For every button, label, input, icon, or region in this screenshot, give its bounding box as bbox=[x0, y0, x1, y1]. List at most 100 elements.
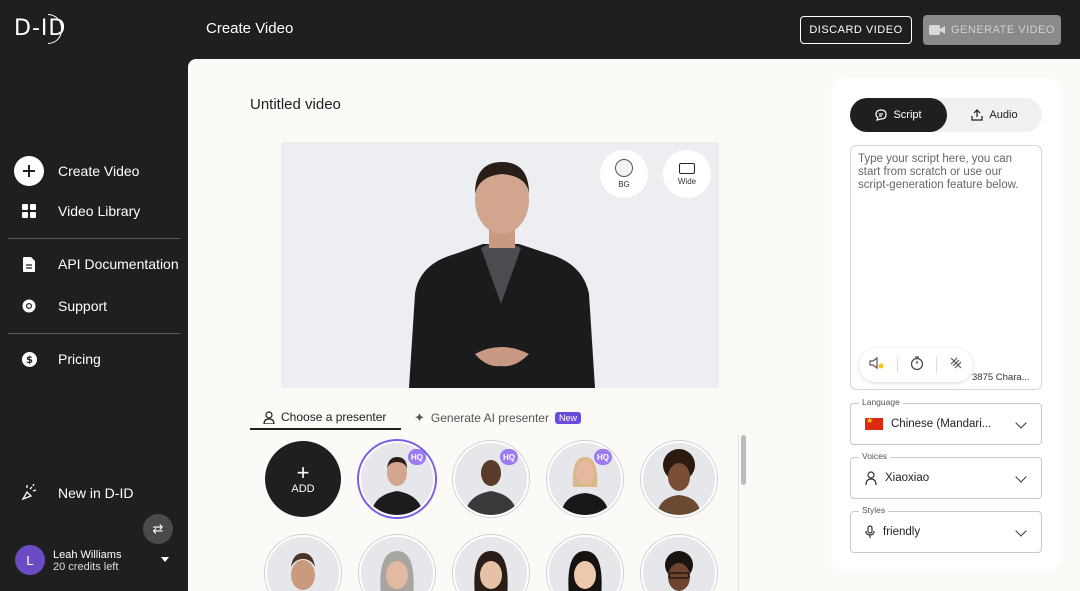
presenter-card[interactable] bbox=[641, 535, 717, 591]
presenter-card[interactable] bbox=[641, 441, 717, 517]
upload-icon bbox=[971, 109, 984, 121]
voice-person-icon bbox=[865, 471, 877, 485]
page-title: Create Video bbox=[206, 20, 294, 37]
presenter-thumbnail bbox=[643, 537, 715, 591]
voices-select[interactable]: Voices Xiaoxiao bbox=[850, 451, 1042, 499]
background-button-label: BG bbox=[618, 180, 630, 189]
voices-value: Xiaoxiao bbox=[885, 472, 930, 484]
lifebuoy-icon bbox=[14, 299, 44, 313]
presenter-scrollbar[interactable] bbox=[738, 435, 746, 591]
person-icon bbox=[263, 410, 275, 424]
presenter-card[interactable] bbox=[453, 535, 529, 591]
sidebar: Create Video Video Library API Documenta… bbox=[0, 59, 188, 591]
tool-separator bbox=[897, 357, 898, 373]
presenter-card[interactable] bbox=[547, 441, 623, 517]
sparkle-hand-icon bbox=[14, 484, 44, 501]
sidebar-item-label: API Documentation bbox=[58, 256, 179, 272]
styles-label: Styles bbox=[859, 505, 889, 515]
add-presenter-button[interactable]: + ADD bbox=[265, 441, 341, 517]
presenter-figure bbox=[409, 162, 595, 388]
timer-icon[interactable] bbox=[910, 355, 924, 375]
voices-label: Voices bbox=[859, 451, 891, 461]
audio-mode-label: Audio bbox=[989, 109, 1018, 121]
sidebar-item-label: Support bbox=[58, 298, 108, 314]
chevron-down-icon bbox=[1015, 417, 1027, 429]
svg-text:$: $ bbox=[26, 355, 33, 366]
dollar-icon: $ bbox=[14, 351, 44, 367]
tool-separator bbox=[936, 357, 937, 373]
microphone-icon bbox=[865, 525, 875, 538]
character-count: 3875 Chara... bbox=[972, 372, 1030, 383]
sidebar-item-api-documentation[interactable]: API Documentation bbox=[14, 256, 179, 272]
china-flag-icon bbox=[865, 416, 883, 430]
switch-account-button[interactable]: ⇄ bbox=[143, 514, 173, 544]
presenter-thumbnail bbox=[549, 537, 621, 591]
sidebar-item-support[interactable]: Support bbox=[14, 298, 107, 314]
language-label: Language bbox=[859, 397, 903, 407]
sidebar-divider bbox=[8, 333, 180, 334]
background-button[interactable]: BG bbox=[600, 150, 648, 198]
top-bar: D-ID Create Video DISCARD VIDEO GENERATE… bbox=[0, 0, 1080, 59]
script-mode-button[interactable]: Script bbox=[850, 98, 947, 132]
plus-icon: + bbox=[296, 460, 310, 485]
sidebar-divider bbox=[8, 238, 180, 239]
audio-mode-button[interactable]: Audio bbox=[947, 98, 1042, 132]
generate-video-button[interactable]: GENERATE VIDEO bbox=[923, 15, 1061, 45]
script-editor: 3875 Chara... bbox=[850, 145, 1042, 390]
new-badge: New bbox=[554, 412, 581, 424]
add-label: ADD bbox=[291, 483, 315, 495]
chevron-down-icon bbox=[1015, 471, 1027, 483]
sidebar-item-label: Pricing bbox=[58, 351, 101, 367]
document-icon bbox=[14, 256, 44, 272]
sidebar-item-label: New in D-ID bbox=[58, 484, 134, 501]
video-camera-icon bbox=[929, 25, 945, 35]
pause-insert-icon[interactable] bbox=[949, 356, 963, 375]
presenter-thumbnail bbox=[267, 537, 339, 591]
presenter-thumbnail bbox=[361, 537, 433, 591]
video-title[interactable]: Untitled video bbox=[250, 96, 341, 113]
sidebar-item-pricing[interactable]: $ Pricing bbox=[14, 351, 101, 367]
presenter-tabs: Choose a presenter ✦ Generate AI present… bbox=[250, 406, 740, 434]
presenter-card[interactable] bbox=[265, 535, 341, 591]
video-preview: BG Wide bbox=[281, 142, 719, 388]
presenter-thumbnail bbox=[455, 537, 527, 591]
language-value: Chinese (Mandari... bbox=[891, 418, 992, 430]
styles-value: friendly bbox=[883, 526, 921, 538]
sidebar-item-create-video[interactable]: Create Video bbox=[14, 156, 139, 186]
presenter-grid: + ADD HQ HQ HQ bbox=[260, 439, 730, 591]
sidebar-item-label: Video Library bbox=[58, 203, 141, 219]
voice-sample-icon[interactable] bbox=[869, 356, 885, 375]
scroll-thumb[interactable] bbox=[741, 435, 746, 485]
background-icon bbox=[615, 159, 633, 177]
sidebar-item-video-library[interactable]: Video Library bbox=[14, 203, 140, 219]
discard-video-button[interactable]: DISCARD VIDEO bbox=[800, 16, 912, 44]
mode-toggle: Script Audio bbox=[850, 98, 1042, 132]
styles-select[interactable]: Styles friendly bbox=[850, 505, 1042, 553]
script-panel: Script Audio 3875 Chara... Language Chin… bbox=[831, 78, 1061, 572]
tab-choose-presenter[interactable]: Choose a presenter bbox=[250, 406, 401, 430]
sidebar-item-label: Create Video bbox=[58, 163, 140, 179]
hq-badge: HQ bbox=[408, 449, 426, 465]
wide-button-label: Wide bbox=[677, 176, 697, 186]
tab-label: Choose a presenter bbox=[281, 410, 387, 424]
presenter-card[interactable] bbox=[359, 535, 435, 591]
plus-circle-icon bbox=[14, 156, 44, 186]
presenter-card[interactable] bbox=[547, 535, 623, 591]
script-tools bbox=[859, 348, 973, 382]
wide-button[interactable]: Wide bbox=[663, 150, 711, 198]
chat-bubble-icon bbox=[875, 109, 888, 121]
script-input[interactable] bbox=[858, 153, 1036, 293]
tab-generate-ai-presenter[interactable]: ✦ Generate AI presenter New bbox=[414, 406, 581, 430]
generate-video-label: GENERATE VIDEO bbox=[951, 24, 1055, 36]
grid-icon bbox=[14, 204, 44, 218]
user-menu-caret-icon[interactable] bbox=[161, 557, 169, 562]
presenter-thumbnail bbox=[643, 443, 715, 515]
sidebar-item-new-in-d-id[interactable]: New in D-ID bbox=[14, 484, 133, 501]
avatar[interactable]: L bbox=[15, 545, 45, 575]
user-credits: 20 credits left bbox=[53, 561, 119, 573]
sparkle-icon: ✦ bbox=[414, 410, 425, 425]
chevron-down-icon bbox=[1015, 525, 1027, 537]
language-select[interactable]: Language Chinese (Mandari... bbox=[850, 397, 1042, 445]
presenter-card[interactable] bbox=[453, 441, 529, 517]
d-id-logo[interactable]: D-ID bbox=[14, 14, 66, 44]
